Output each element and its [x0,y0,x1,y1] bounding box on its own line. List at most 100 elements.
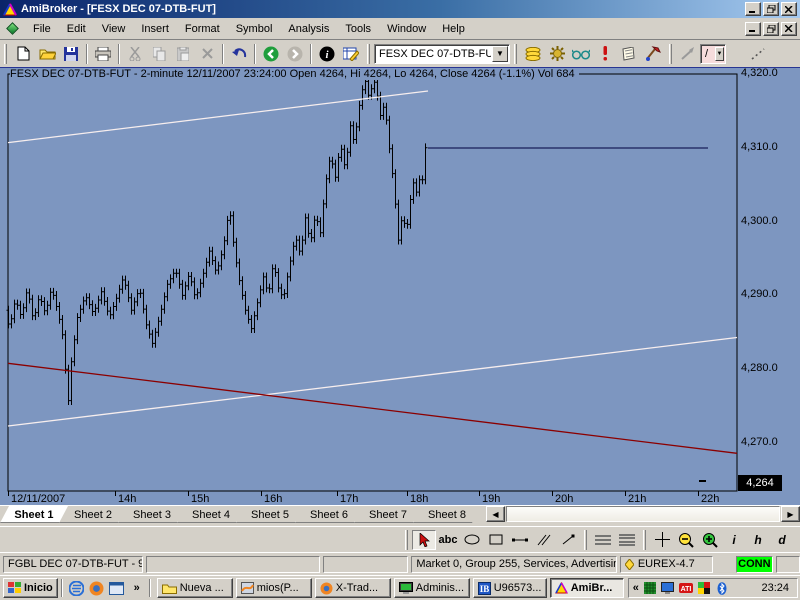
database-button[interactable] [521,43,545,65]
info-button[interactable]: i [315,43,339,65]
back-button[interactable] [259,43,283,65]
task-xtrad[interactable]: X-Trad... [314,578,391,598]
cut-button[interactable] [123,43,147,65]
price-chart[interactable] [0,68,800,505]
interval-hourly-button[interactable]: h [746,530,770,550]
multi-pane-layout-button[interactable] [615,530,639,550]
task-amibroker[interactable]: AmiBr... [549,578,624,598]
status-plugin-panel: EUREX-4.7 [619,555,713,573]
tray-ati-icon[interactable]: ATI [678,581,693,595]
tab-sheet-7[interactable]: Sheet 7 [354,506,422,523]
menu-symbol[interactable]: Symbol [228,20,281,38]
tray-monitor-icon[interactable] [661,581,675,595]
afl-editor-button[interactable] [641,43,665,65]
alert-button[interactable] [593,43,617,65]
chart-pane[interactable]: FESX DEC 07-DTB-FUT - 2-minute 12/11/200… [0,67,800,505]
menu-bar: File Edit View Insert Format Symbol Anal… [0,18,800,40]
arrow-tool-button[interactable] [676,43,700,65]
menu-analysis[interactable]: Analysis [280,20,337,38]
paste-button[interactable] [171,43,195,65]
explore-glasses-button[interactable] [569,43,593,65]
save-button[interactable] [59,43,83,65]
dotted-line-tool-button[interactable] [746,43,770,65]
menu-file[interactable]: File [25,20,59,38]
line-style-dropdown-icon[interactable]: ▼ [715,46,724,61]
plugin-diamond-icon [624,558,634,570]
tray-grid-icon[interactable] [643,581,657,595]
print-button[interactable] [91,43,115,65]
task-adminis[interactable]: Adminis... [393,578,470,598]
task-mios[interactable]: mios(P... [235,578,312,598]
crosshair-button[interactable] [650,530,674,550]
symbol-combobox[interactable]: FESX DEC 07-DTB-FUT ▼ [374,43,510,64]
single-pane-layout-button[interactable] [591,530,615,550]
menu-format[interactable]: Format [177,20,228,38]
svg-text:ATI: ATI [680,586,691,593]
windows-logo-icon [8,582,21,594]
copy-button[interactable] [147,43,171,65]
text-tool-button[interactable]: abc [436,530,460,550]
chart-window-icon[interactable] [6,22,19,35]
symbol-combobox-dropdown-icon[interactable]: ▼ [492,45,508,62]
interval-daily-button[interactable]: d [770,530,794,550]
line-style-combobox[interactable]: / ▼ [700,43,726,64]
firefox-quicklaunch-icon[interactable] [88,579,106,597]
ray-tool-button[interactable] [556,530,580,550]
child-minimize-button[interactable] [745,21,761,36]
open-file-button[interactable] [35,43,59,65]
status-empty-panel-3 [776,555,800,573]
x-tick-label: 19h [482,493,501,505]
tray-collapse-chevron[interactable]: « [633,582,639,594]
close-button[interactable] [781,2,797,16]
interval-intraday-button[interactable]: i [722,530,746,550]
x-tick-label: 14h [118,493,137,505]
menu-tools[interactable]: Tools [337,20,379,38]
y-tick-label: 4,270.0 [741,436,778,448]
menu-view[interactable]: View [94,20,134,38]
tab-sheet-4[interactable]: Sheet 4 [177,506,245,523]
delete-button[interactable] [195,43,219,65]
task-nueva[interactable]: Nueva ... [156,578,233,598]
settings-gear-button[interactable] [545,43,569,65]
start-button[interactable]: Inicio [3,578,58,598]
menu-insert[interactable]: Insert [133,20,177,38]
child-restore-button[interactable] [763,21,779,36]
rectangle-tool-button[interactable] [484,530,508,550]
tab-sheet-1[interactable]: Sheet 1 [0,506,68,523]
segment-tool-button[interactable] [508,530,532,550]
select-pointer-button[interactable] [412,529,436,550]
notes-button[interactable] [617,43,641,65]
parallel-lines-tool-button[interactable] [532,530,556,550]
x-tick-label: 21h [628,493,647,505]
tab-sheet-2[interactable]: Sheet 2 [59,506,127,523]
ie-quicklaunch-icon[interactable] [68,579,86,597]
tab-sheet-5[interactable]: Sheet 5 [236,506,304,523]
last-price-badge: 4,264 [738,475,782,491]
menu-window[interactable]: Window [379,20,434,38]
quote-editor-button[interactable] [339,43,363,65]
ellipse-tool-button[interactable] [460,530,484,550]
tray-bluetooth-icon[interactable] [715,581,729,595]
tab-sheet-8[interactable]: Sheet 8 [413,506,481,523]
undo-button[interactable] [227,43,251,65]
tab-scroll-left-button[interactable]: ◀ [486,506,505,522]
tab-sheet-3[interactable]: Sheet 3 [118,506,186,523]
chart-scrollbar-track[interactable] [506,506,780,522]
tab-scroll-right-button[interactable]: ▶ [781,506,800,522]
forward-button[interactable] [283,43,307,65]
zoom-in-button[interactable] [698,530,722,550]
window-quicklaunch-icon[interactable] [108,579,126,597]
tab-sheet-6[interactable]: Sheet 6 [295,506,363,523]
restore-button[interactable] [763,2,779,16]
toolbar-grip[interactable] [4,43,7,64]
y-tick-label: 4,280.0 [741,362,778,375]
zoom-out-button[interactable] [674,530,698,550]
menu-help[interactable]: Help [434,20,473,38]
new-file-button[interactable] [11,43,35,65]
minimize-button[interactable] [745,2,761,16]
quicklaunch-overflow-chevron[interactable]: » [128,579,146,597]
task-ib[interactable]: IB U96573... [472,578,547,598]
child-close-button[interactable] [781,21,797,36]
tray-quad-icon[interactable] [697,581,711,595]
menu-edit[interactable]: Edit [59,20,94,38]
